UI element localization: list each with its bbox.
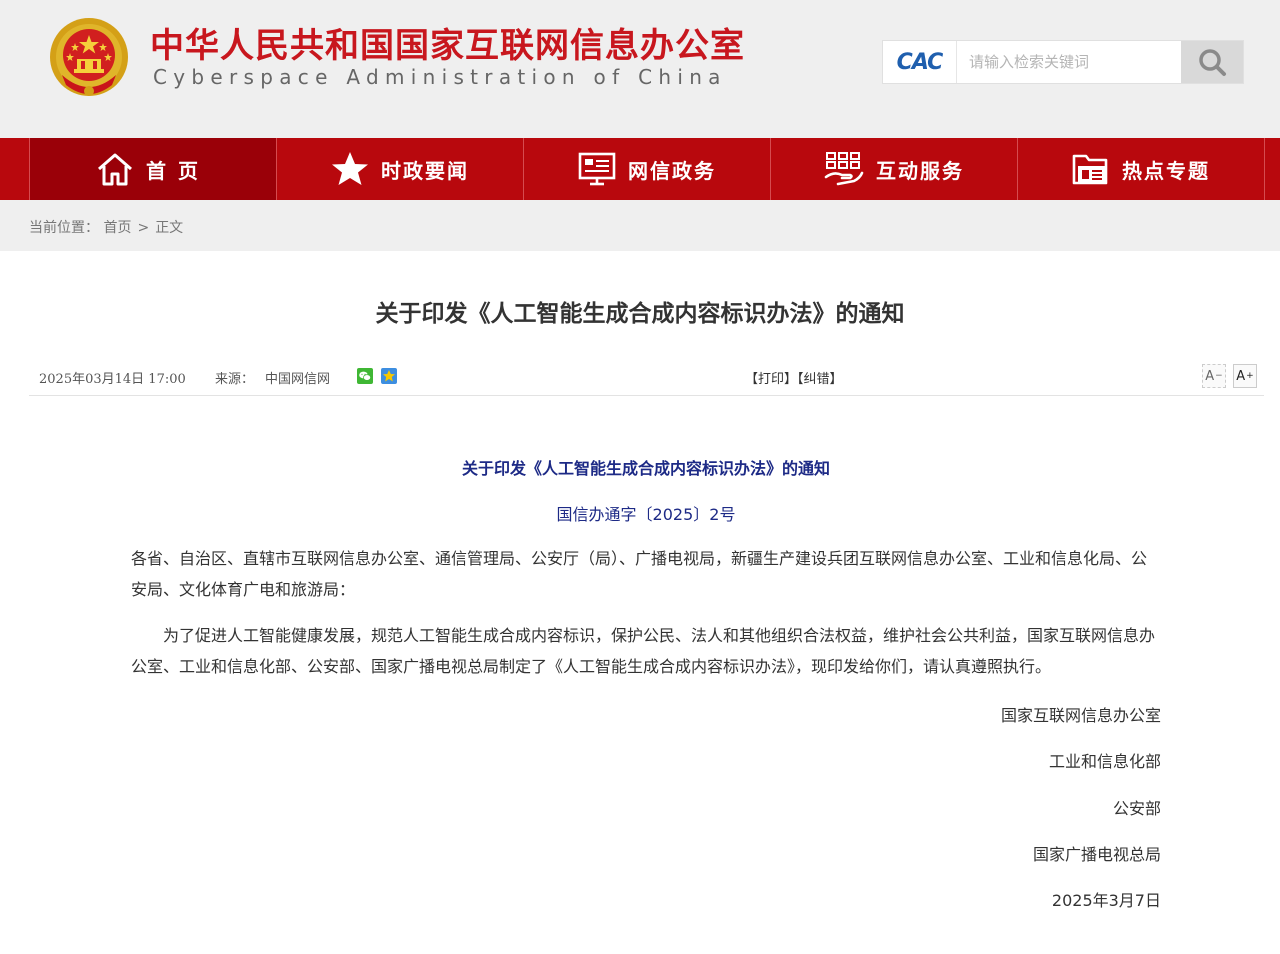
nav-item-label: 网信政务 xyxy=(628,158,716,183)
qzone-share-icon[interactable] xyxy=(381,368,397,384)
nav-item-affairs[interactable]: 网信政务 xyxy=(524,138,771,200)
breadcrumb-bar: 当前位置： 首页 > 正文 xyxy=(0,200,1280,251)
body-paragraph-recipients: 各省、自治区、直辖市互联网信息办公室、通信管理局、公安厅（局）、广播电视局，新疆… xyxy=(131,549,1148,599)
breadcrumb: 当前位置： 首页 > 正文 xyxy=(29,217,183,237)
font-increase-label: A xyxy=(1236,368,1246,384)
hand-service-icon xyxy=(824,152,864,186)
report-error-link[interactable]: 【纠错】 xyxy=(797,372,843,387)
nav-item-news[interactable]: 时政要闻 xyxy=(277,138,524,200)
folder-icon xyxy=(1072,154,1108,185)
nav-item-label: 时政要闻 xyxy=(381,158,469,183)
site-title[interactable]: 中华人民共和国国家互联网信息办公室 xyxy=(150,18,745,67)
cac-logo-icon: CAC xyxy=(883,41,957,83)
star-icon xyxy=(332,152,368,185)
home-icon xyxy=(98,153,132,186)
document-title: 关于印发《人工智能生成合成内容标识办法》的通知 xyxy=(461,459,830,478)
search-button[interactable] xyxy=(1181,41,1243,83)
source-label: 来源： xyxy=(215,372,255,387)
nav-item-label: 热点专题 xyxy=(1122,158,1210,183)
breadcrumb-separator: > xyxy=(137,220,150,236)
presentation-icon xyxy=(578,152,616,186)
font-decrease-button[interactable]: A − xyxy=(1202,364,1226,388)
wechat-share-icon[interactable] xyxy=(357,368,373,384)
cac-logo-text: CAC xyxy=(896,49,944,75)
nav-item-topics[interactable]: 热点专题 xyxy=(1018,138,1265,200)
signature-line: 公安部 xyxy=(1112,799,1161,818)
signature-date: 2025年3月7日 xyxy=(1051,891,1161,910)
search-box: CAC xyxy=(882,40,1244,84)
site-header: 中华人民共和国国家互联网信息办公室 Cyberspace Administrat… xyxy=(0,0,1280,138)
main-nav: 首页 时政要闻 网信政务 互动服务 热点专题 xyxy=(0,138,1280,200)
article-meta: 2025年03月14日 17:00 来源： 中国网信网 【打印】【纠错】 A − … xyxy=(29,356,1264,396)
search-input[interactable] xyxy=(959,41,1181,83)
body-paragraph-main: 为了促进人工智能健康发展，规范人工智能生成合成内容标识，保护公民、法人和其他组织… xyxy=(131,626,1156,676)
signature-line: 工业和信息化部 xyxy=(1048,752,1161,771)
nav-item-label: 首页 xyxy=(146,158,210,183)
breadcrumb-label: 当前位置： xyxy=(29,220,99,236)
font-increase-button[interactable]: A + xyxy=(1233,364,1257,388)
national-emblem-icon[interactable] xyxy=(48,13,130,101)
breadcrumb-home-link[interactable]: 首页 xyxy=(103,220,131,236)
article-title: 关于印发《人工智能生成合成内容标识办法》的通知 xyxy=(375,301,905,327)
minus-icon: − xyxy=(1215,371,1223,381)
article-actions: 【打印】【纠错】 xyxy=(745,368,843,387)
site-subtitle: Cyberspace Administration of China xyxy=(153,65,727,89)
font-decrease-label: A xyxy=(1205,368,1215,384)
print-link[interactable]: 【打印】 xyxy=(745,372,797,387)
publish-date: 2025年03月14日 17:00 xyxy=(39,372,186,387)
signature-line: 国家广播电视总局 xyxy=(1032,845,1161,864)
nav-item-label: 互动服务 xyxy=(876,158,964,183)
document-number: 国信办通字〔2025〕2号 xyxy=(556,505,736,524)
search-icon xyxy=(1199,49,1226,76)
breadcrumb-current: 正文 xyxy=(155,220,184,236)
nav-item-home[interactable]: 首页 xyxy=(30,138,277,200)
nav-item-interaction[interactable]: 互动服务 xyxy=(771,138,1018,200)
signature-line: 国家互联网信息办公室 xyxy=(1000,706,1161,725)
source-name: 中国网信网 xyxy=(265,372,331,387)
plus-icon: + xyxy=(1246,371,1254,381)
